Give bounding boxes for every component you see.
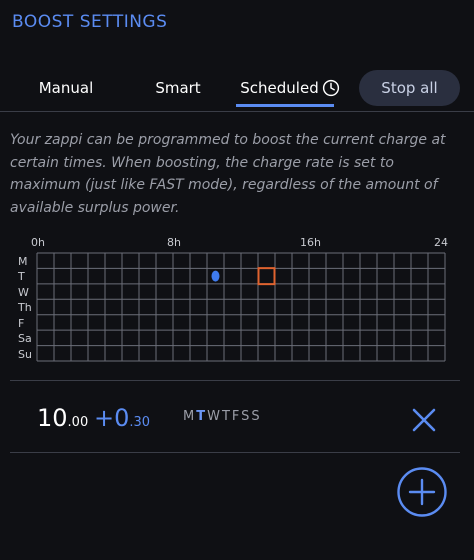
tab-scheduled[interactable]: Scheduled xyxy=(234,68,346,108)
day-tue: T xyxy=(196,409,208,424)
duration-minutes: .30 xyxy=(129,415,151,430)
clock-icon xyxy=(322,79,339,97)
duration-plus: + xyxy=(94,404,115,432)
day-sun: S xyxy=(251,409,262,424)
tab-smart[interactable]: Smart xyxy=(128,68,228,108)
start-minutes: .00 xyxy=(67,415,89,430)
start-time[interactable]: 10.00 xyxy=(37,404,88,432)
plus-circle-icon[interactable] xyxy=(397,467,447,517)
day-mon: M xyxy=(183,409,197,424)
boost-start-marker[interactable] xyxy=(211,270,220,282)
day-sat: S xyxy=(241,409,252,424)
tabs-divider xyxy=(0,111,474,112)
tab-manual-label: Manual xyxy=(38,79,94,97)
entry-divider xyxy=(10,452,460,453)
grid-canvas xyxy=(36,252,446,362)
duration-hours: 0 xyxy=(114,404,130,432)
active-tab-indicator xyxy=(236,104,334,107)
tab-scheduled-label: Scheduled xyxy=(240,79,319,97)
duration[interactable]: +0.30 xyxy=(94,404,150,432)
schedule-days[interactable]: MTWTFSS xyxy=(183,409,262,424)
selection-cursor[interactable] xyxy=(257,267,276,286)
tab-manual[interactable]: Manual xyxy=(16,68,116,108)
day-fri: F xyxy=(231,409,242,424)
close-icon[interactable] xyxy=(408,404,440,436)
start-hour: 10 xyxy=(37,404,68,432)
day-thu: T xyxy=(221,409,232,424)
tab-smart-label: Smart xyxy=(155,79,201,97)
boost-description: Your zappi can be programmed to boost th… xyxy=(10,132,446,216)
day-wed: W xyxy=(207,409,222,424)
grid-divider xyxy=(10,380,460,381)
schedule-entry[interactable]: 10.00 +0.30 MTWTFSS xyxy=(0,396,474,444)
page-title: BOOST SETTINGS xyxy=(12,12,168,32)
schedule-grid[interactable]: 0h 8h 16h 24 M T W Th F Sa Su xyxy=(0,232,474,372)
stop-all-button[interactable]: Stop all xyxy=(359,70,460,106)
